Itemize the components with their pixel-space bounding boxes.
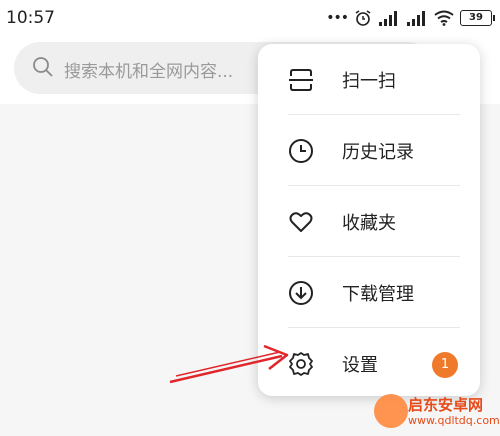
watermark-url: www.qdltdq.com <box>408 414 500 427</box>
watermark: 启东安卓网 www.qdltdq.com <box>368 390 500 436</box>
watermark-title: 启东安卓网 <box>408 396 484 414</box>
watermark-logo-icon <box>374 394 408 428</box>
red-arrow-annotation <box>169 344 289 384</box>
